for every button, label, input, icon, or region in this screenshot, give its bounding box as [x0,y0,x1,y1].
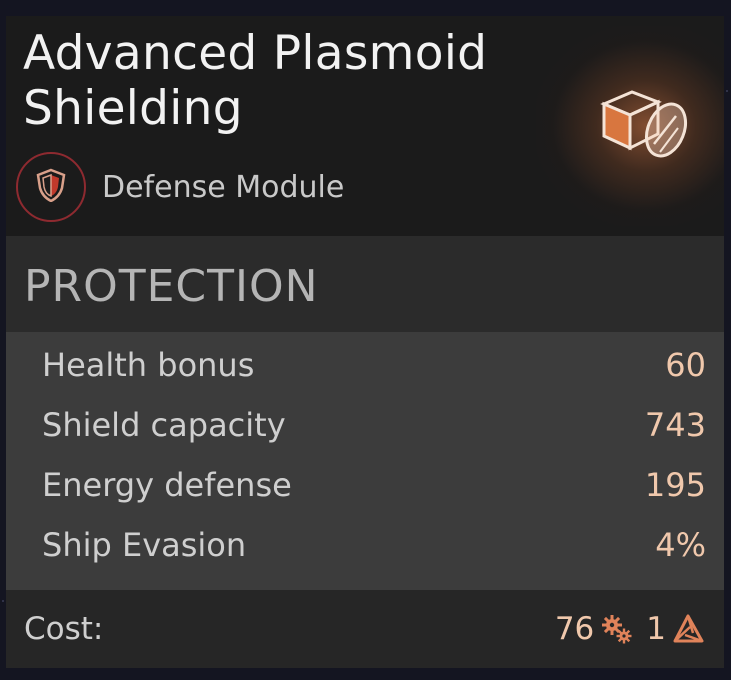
stat-row-health-bonus: Health bonus 60 [6,336,724,396]
stats-list: Health bonus 60 Shield capacity 743 Ener… [6,332,724,590]
gears-icon [600,612,634,646]
shield-cube-icon [592,82,692,172]
background-star [2,600,4,602]
section-header: PROTECTION [6,236,724,332]
stat-row-shield-capacity: Shield capacity 743 [6,396,724,456]
stat-label: Shield capacity [42,406,286,444]
item-tooltip-card: Advanced Plasmoid Shielding Defense Modu… [6,16,724,668]
stat-row-ship-evasion: Ship Evasion 4% [6,516,724,576]
stat-label: Energy defense [42,466,292,504]
item-title: Advanced Plasmoid Shielding [23,26,488,136]
cost-label: Cost: [24,611,104,647]
section-title: PROTECTION [24,261,319,312]
stat-value: 743 [644,406,706,444]
shield-badge-icon [36,168,66,206]
stat-label: Ship Evasion [42,526,247,564]
strategic-cost: 1 [646,611,666,647]
cost-footer: Cost: 76 1 [6,590,724,668]
stat-label: Health bonus [42,346,255,384]
background-star [726,90,728,92]
industry-cost: 76 [554,611,595,647]
tooltip-header: Advanced Plasmoid Shielding Defense Modu… [6,16,724,236]
triangle-resource-icon [672,612,706,646]
stat-value: 195 [644,466,706,504]
category-badge [16,152,86,222]
stat-value: 4% [655,526,706,564]
stat-row-energy-defense: Energy defense 195 [6,456,724,516]
category-label: Defense Module [102,170,345,205]
stat-value: 60 [665,346,706,384]
cost-values: 76 1 [555,608,706,650]
